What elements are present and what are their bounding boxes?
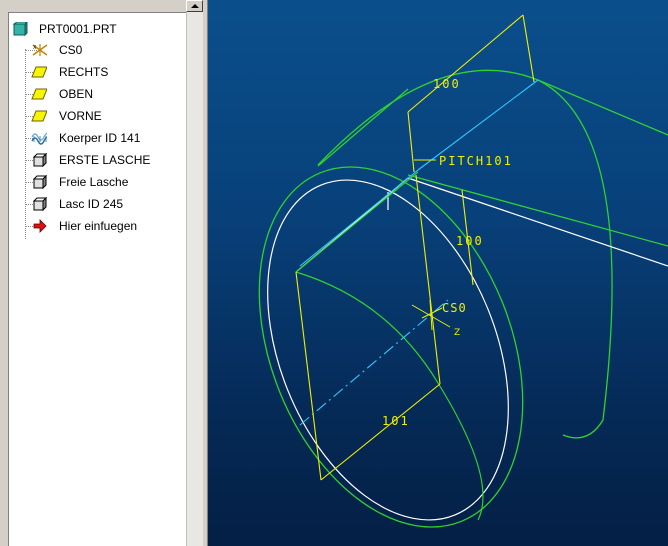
- tree-item-label: OBEN: [59, 87, 94, 101]
- tree-item-lasc-id-245[interactable]: Lasc ID 245: [9, 194, 179, 214]
- dimension-vertical-label[interactable]: 100: [456, 234, 484, 248]
- coordinate-system-icon: X: [32, 44, 47, 56]
- csys-label: CS0: [442, 301, 467, 315]
- tree-item-label: VORNE: [59, 109, 102, 123]
- tree-item-label: Hier einfuegen: [59, 219, 138, 233]
- tree-item-erste-lasche[interactable]: ERSTE LASCHE: [9, 150, 179, 170]
- pitch-label[interactable]: PITCH101: [439, 154, 513, 168]
- svg-text:X: X: [33, 45, 37, 51]
- axis-lines-cyan: [299, 79, 539, 426]
- dimension-bottom-label[interactable]: 101: [382, 414, 410, 428]
- tree-item-label: RECHTS: [59, 65, 109, 79]
- part-icon: [13, 22, 28, 36]
- datum-plane-icon: [31, 66, 47, 78]
- tree-top-strip: [0, 0, 208, 12]
- vertical-scrollbar[interactable]: [186, 12, 203, 546]
- tree-item-hier-einfuegen[interactable]: Hier einfuegen: [9, 216, 179, 236]
- dimension-top-label[interactable]: 100: [433, 77, 461, 91]
- tree-item-cs0[interactable]: X CS0: [9, 40, 179, 60]
- cylinder-edges-white: [267, 177, 668, 521]
- tree-item-label: CS0: [59, 43, 83, 57]
- tree-item-label: Freie Lasche: [59, 175, 129, 189]
- datum-plane-icon: [31, 88, 47, 100]
- tree-item-label: Koerper ID 141: [59, 131, 141, 145]
- tree-item-koerper-id-141[interactable]: Koerper ID 141: [9, 128, 179, 148]
- axis-z-label: Z: [454, 328, 460, 338]
- tree-item-label: ERSTE LASCHE: [59, 153, 151, 167]
- tree-item-rechts[interactable]: RECHTS: [9, 62, 179, 82]
- surface-feature-icon: [31, 132, 47, 145]
- model-graphics[interactable]: 100 PITCH101 100 CS0 Z 101: [208, 0, 668, 546]
- tree-item-root[interactable]: PRT0001.PRT: [9, 19, 179, 39]
- datum-plane-icon: [31, 110, 47, 122]
- model-tree: PRT0001.PRT X CS0 RECHTS OBEN VORNE Koer…: [8, 12, 188, 546]
- tree-item-oben[interactable]: OBEN: [9, 84, 179, 104]
- solid-feature-icon: [33, 153, 48, 167]
- tree-item-label: PRT0001.PRT: [39, 22, 117, 36]
- model-tree-panel: PRT0001.PRT X CS0 RECHTS OBEN VORNE Koer…: [0, 0, 208, 546]
- scroll-up-button[interactable]: [186, 0, 203, 12]
- solid-feature-icon: [33, 197, 48, 211]
- tree-item-label: Lasc ID 245: [59, 197, 124, 211]
- dimension-lines-yellow: [295, 14, 535, 481]
- insert-here-arrow-icon: [33, 219, 47, 233]
- tree-item-freie-lasche[interactable]: Freie Lasche: [9, 172, 179, 192]
- solid-feature-icon: [33, 175, 48, 189]
- tree-item-vorne[interactable]: VORNE: [9, 106, 179, 126]
- graphics-viewport[interactable]: 100 PITCH101 100 CS0 Z 101: [208, 0, 668, 546]
